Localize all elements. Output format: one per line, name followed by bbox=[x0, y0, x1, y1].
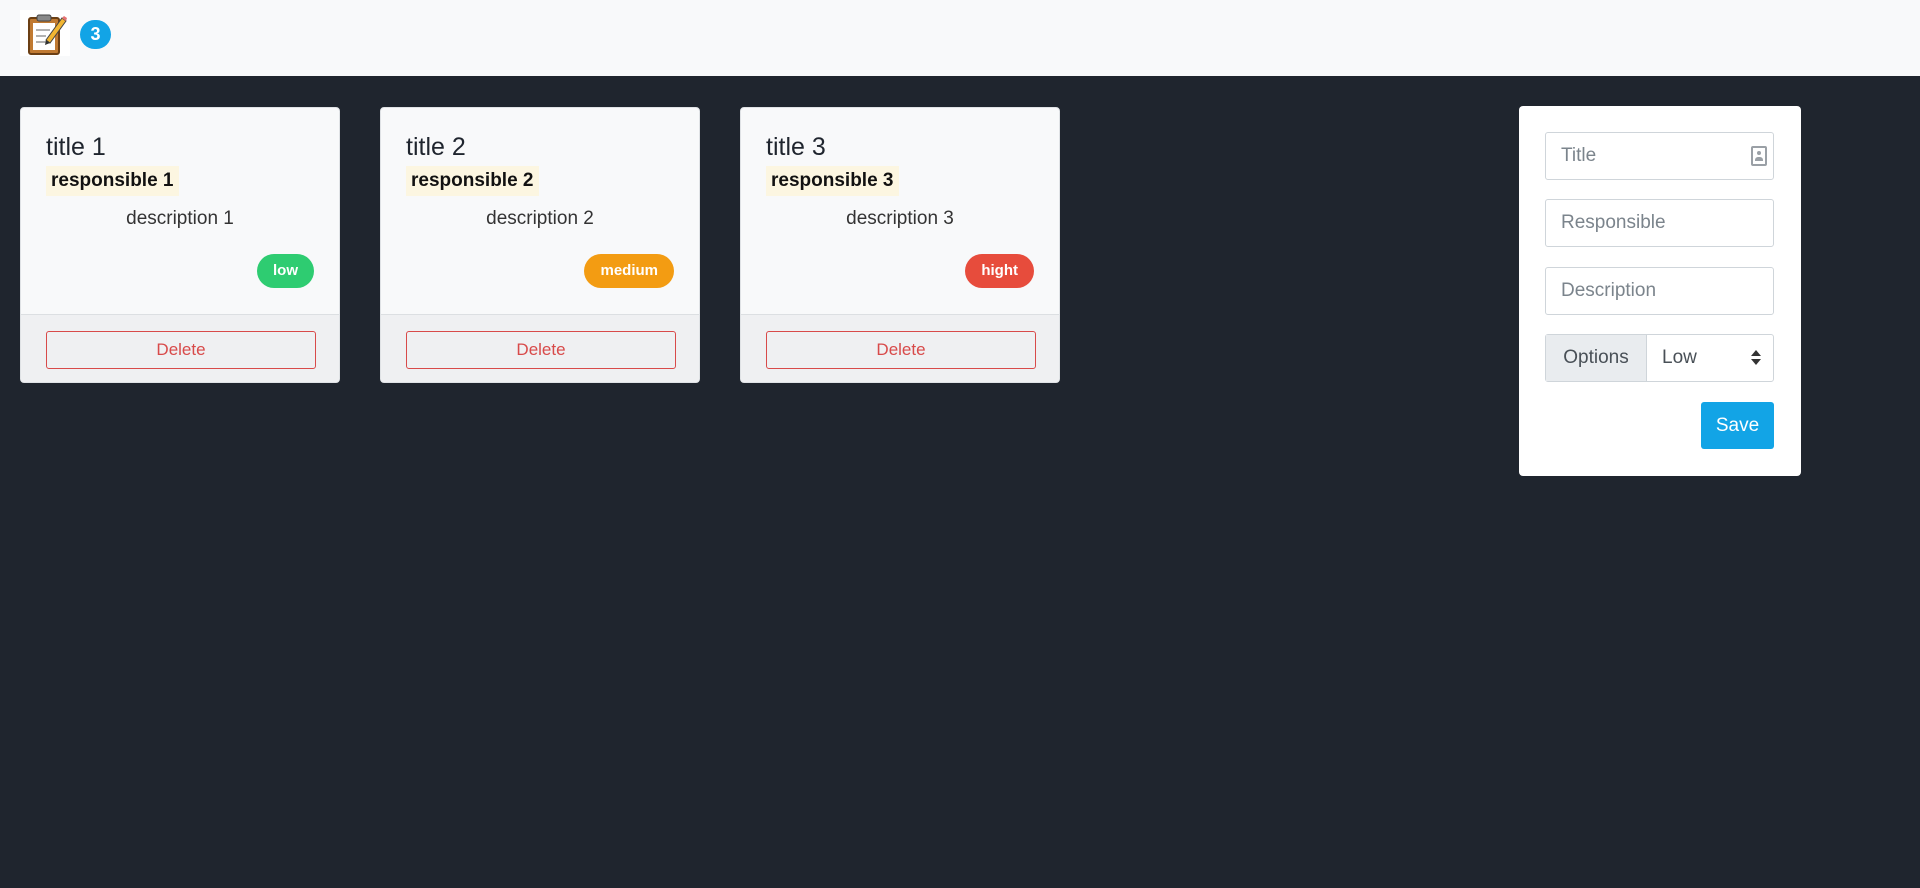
title-input[interactable]: Title bbox=[1545, 132, 1774, 180]
card-title: title 1 bbox=[46, 133, 106, 161]
card-footer: Delete bbox=[381, 314, 699, 382]
task-card: title 3 responsible 3 description 3 high… bbox=[740, 107, 1060, 383]
priority-select-value: Low bbox=[1662, 347, 1697, 368]
card-body: title 3 responsible 3 description 3 high… bbox=[741, 108, 1059, 314]
card-body: title 2 responsible 2 description 2 medi… bbox=[381, 108, 699, 314]
priority-badge: low bbox=[257, 254, 314, 288]
description-placeholder: Description bbox=[1561, 280, 1657, 301]
task-count-badge: 3 bbox=[80, 20, 111, 49]
title-placeholder: Title bbox=[1561, 145, 1597, 166]
card-responsible: responsible 3 bbox=[766, 166, 899, 196]
responsible-input[interactable]: Responsible bbox=[1545, 199, 1774, 247]
task-card: title 1 responsible 1 description 1 low … bbox=[20, 107, 340, 383]
priority-select[interactable]: Low bbox=[1647, 335, 1773, 381]
card-title: title 2 bbox=[406, 133, 466, 161]
card-description: description 2 bbox=[486, 208, 594, 229]
contact-card-icon[interactable] bbox=[1751, 146, 1767, 166]
card-description: description 3 bbox=[846, 208, 954, 229]
delete-button[interactable]: Delete bbox=[406, 331, 676, 369]
card-title: title 3 bbox=[766, 133, 826, 161]
card-footer: Delete bbox=[741, 314, 1059, 382]
card-body: title 1 responsible 1 description 1 low bbox=[21, 108, 339, 314]
clipboard-pencil-icon[interactable] bbox=[20, 10, 70, 56]
card-responsible: responsible 1 bbox=[46, 166, 179, 196]
delete-button[interactable]: Delete bbox=[766, 331, 1036, 369]
save-button[interactable]: Save bbox=[1701, 402, 1774, 449]
task-form: Title Responsible Description Options Lo… bbox=[1519, 106, 1801, 476]
task-card: title 2 responsible 2 description 2 medi… bbox=[380, 107, 700, 383]
priority-options-group: Options Low bbox=[1545, 334, 1774, 382]
select-arrows-icon bbox=[1751, 350, 1761, 366]
card-responsible: responsible 2 bbox=[406, 166, 539, 196]
responsible-placeholder: Responsible bbox=[1561, 212, 1666, 233]
card-description: description 1 bbox=[126, 208, 234, 229]
card-footer: Delete bbox=[21, 314, 339, 382]
priority-badge: hight bbox=[965, 254, 1034, 288]
priority-badge: medium bbox=[584, 254, 674, 288]
navbar: 3 bbox=[0, 0, 1920, 76]
options-label: Options bbox=[1546, 335, 1647, 381]
description-input[interactable]: Description bbox=[1545, 267, 1774, 315]
delete-button[interactable]: Delete bbox=[46, 331, 316, 369]
